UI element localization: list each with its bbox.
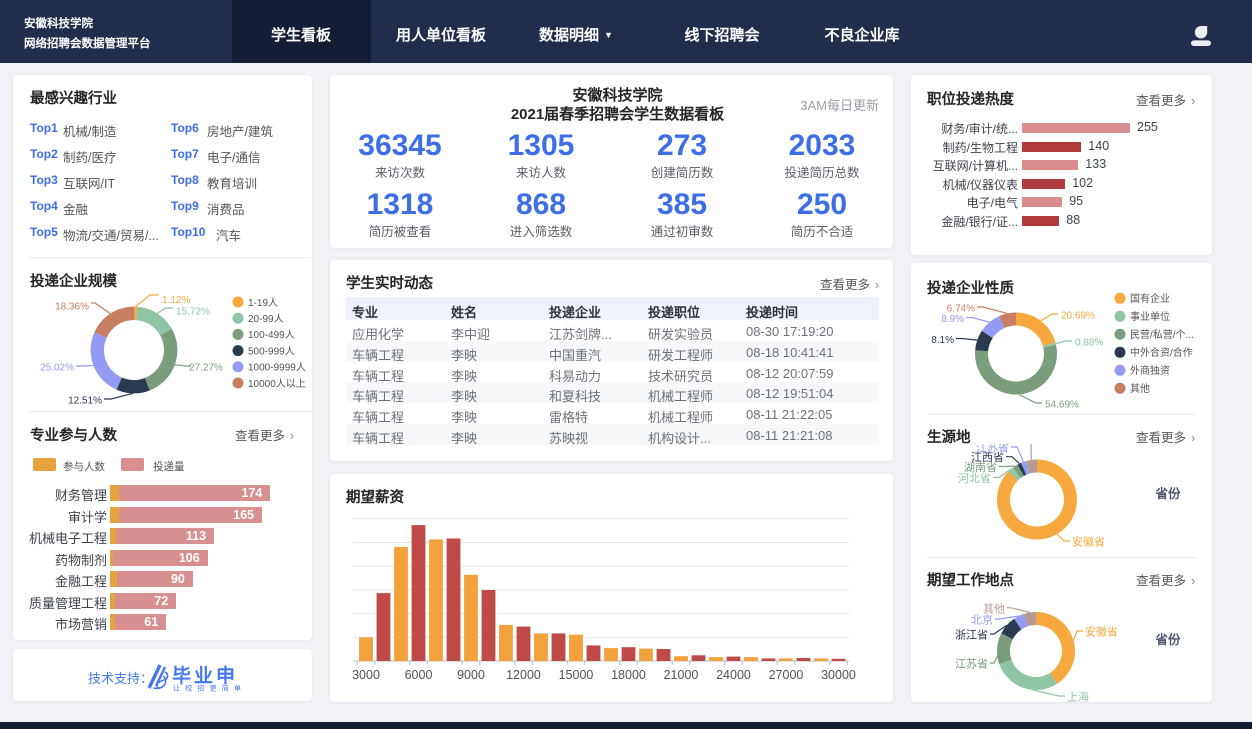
svg-text:10000人以上: 10000人以上 [248, 378, 306, 390]
svg-text:25.02%: 25.02% [40, 362, 74, 373]
svg-text:0.88%: 0.88% [1075, 338, 1103, 349]
svg-text:事业单位: 事业单位 [1130, 310, 1170, 323]
svg-text:24000: 24000 [716, 668, 751, 682]
svg-text:20.69%: 20.69% [1061, 311, 1095, 322]
svg-text:让校招更简单: 让校招更简单 [173, 684, 246, 693]
svg-text:民营/私营/个...: 民营/私营/个... [1130, 328, 1194, 341]
svg-text:30000: 30000 [821, 668, 856, 682]
svg-text:100-499人: 100-499人 [248, 329, 295, 341]
svg-text:15.72%: 15.72% [176, 306, 210, 317]
svg-text:1-19人: 1-19人 [248, 297, 278, 309]
svg-text:省份: 省份 [1154, 632, 1181, 647]
svg-text:上海: 上海 [1067, 690, 1089, 703]
svg-text:中外合资/合作: 中外合资/合作 [1130, 346, 1193, 359]
svg-text:54.69%: 54.69% [1045, 400, 1079, 411]
svg-text:27000: 27000 [769, 668, 804, 682]
svg-text:20-99人: 20-99人 [248, 313, 284, 325]
svg-text:21000: 21000 [664, 668, 699, 682]
svg-text:省份: 省份 [1154, 486, 1181, 501]
svg-text:外商独资: 外商独资 [1130, 364, 1170, 377]
svg-text:500-999人: 500-999人 [248, 345, 295, 357]
svg-text:安徽省: 安徽省 [1085, 625, 1118, 639]
svg-text:江苏省: 江苏省 [976, 444, 1009, 455]
svg-text:8.1%: 8.1% [931, 335, 954, 346]
svg-text:27.27%: 27.27% [189, 362, 223, 373]
svg-text:6000: 6000 [405, 668, 433, 682]
svg-text:8.9%: 8.9% [941, 314, 964, 325]
svg-text:毕业申: 毕业申 [172, 664, 238, 687]
svg-text:6.74%: 6.74% [947, 304, 975, 315]
svg-text:浙江省: 浙江省 [955, 629, 988, 642]
svg-text:1000-9999人: 1000-9999人 [248, 362, 306, 374]
svg-text:国有企业: 国有企业 [1130, 292, 1170, 305]
svg-text:9000: 9000 [457, 668, 485, 682]
svg-text:18.36%: 18.36% [55, 301, 89, 312]
svg-text:其他: 其他 [1130, 382, 1150, 395]
svg-text:18000: 18000 [611, 668, 646, 682]
svg-text:其他: 其他 [983, 602, 1005, 615]
svg-text:江苏省: 江苏省 [955, 658, 988, 671]
svg-text:1.12%: 1.12% [162, 295, 190, 306]
svg-text:3000: 3000 [352, 668, 380, 682]
svg-text:安徽省: 安徽省 [1072, 535, 1105, 549]
svg-text:12.51%: 12.51% [68, 395, 102, 406]
svg-text:15000: 15000 [559, 668, 594, 682]
svg-text:12000: 12000 [506, 668, 541, 682]
